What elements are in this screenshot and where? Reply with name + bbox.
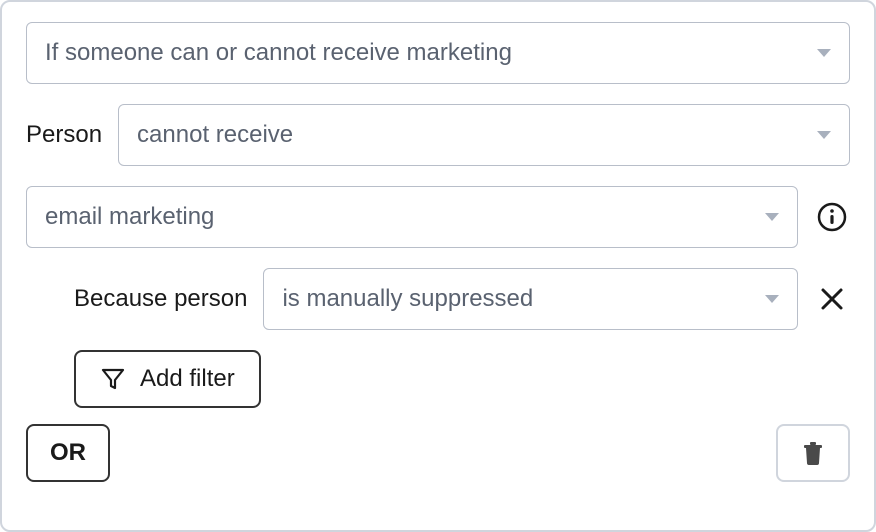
info-button[interactable]: [814, 199, 850, 235]
chevron-down-icon: [765, 213, 779, 221]
channel-row: email marketing: [26, 186, 850, 248]
funnel-icon: [100, 366, 126, 392]
chevron-down-icon: [817, 131, 831, 139]
delete-button[interactable]: [776, 424, 850, 482]
receive-mode-text: cannot receive: [137, 121, 293, 149]
add-filter-row: Add filter: [26, 350, 850, 408]
add-filter-button[interactable]: Add filter: [74, 350, 261, 408]
info-icon: [817, 202, 847, 232]
or-button[interactable]: OR: [26, 424, 110, 482]
chevron-down-icon: [765, 295, 779, 303]
channel-text: email marketing: [45, 203, 214, 231]
chevron-down-icon: [817, 49, 831, 57]
because-label: Because person: [74, 285, 247, 313]
condition-dropdown-text: If someone can or cannot receive marketi…: [45, 39, 512, 67]
remove-reason-button[interactable]: [814, 281, 850, 317]
receive-mode-dropdown[interactable]: cannot receive: [118, 104, 850, 166]
channel-dropdown[interactable]: email marketing: [26, 186, 798, 248]
reason-dropdown[interactable]: is manually suppressed: [263, 268, 798, 330]
person-row: Person cannot receive: [26, 104, 850, 166]
condition-row: If someone can or cannot receive marketi…: [26, 22, 850, 84]
trash-icon: [802, 440, 824, 466]
close-icon: [819, 286, 845, 312]
reason-row: Because person is manually suppressed: [26, 268, 850, 330]
bottom-row: OR: [26, 424, 850, 482]
condition-dropdown[interactable]: If someone can or cannot receive marketi…: [26, 22, 850, 84]
reason-text: is manually suppressed: [282, 285, 533, 313]
or-label: OR: [50, 439, 86, 467]
filter-builder-panel: If someone can or cannot receive marketi…: [0, 0, 876, 532]
person-label: Person: [26, 121, 102, 149]
add-filter-label: Add filter: [140, 365, 235, 393]
